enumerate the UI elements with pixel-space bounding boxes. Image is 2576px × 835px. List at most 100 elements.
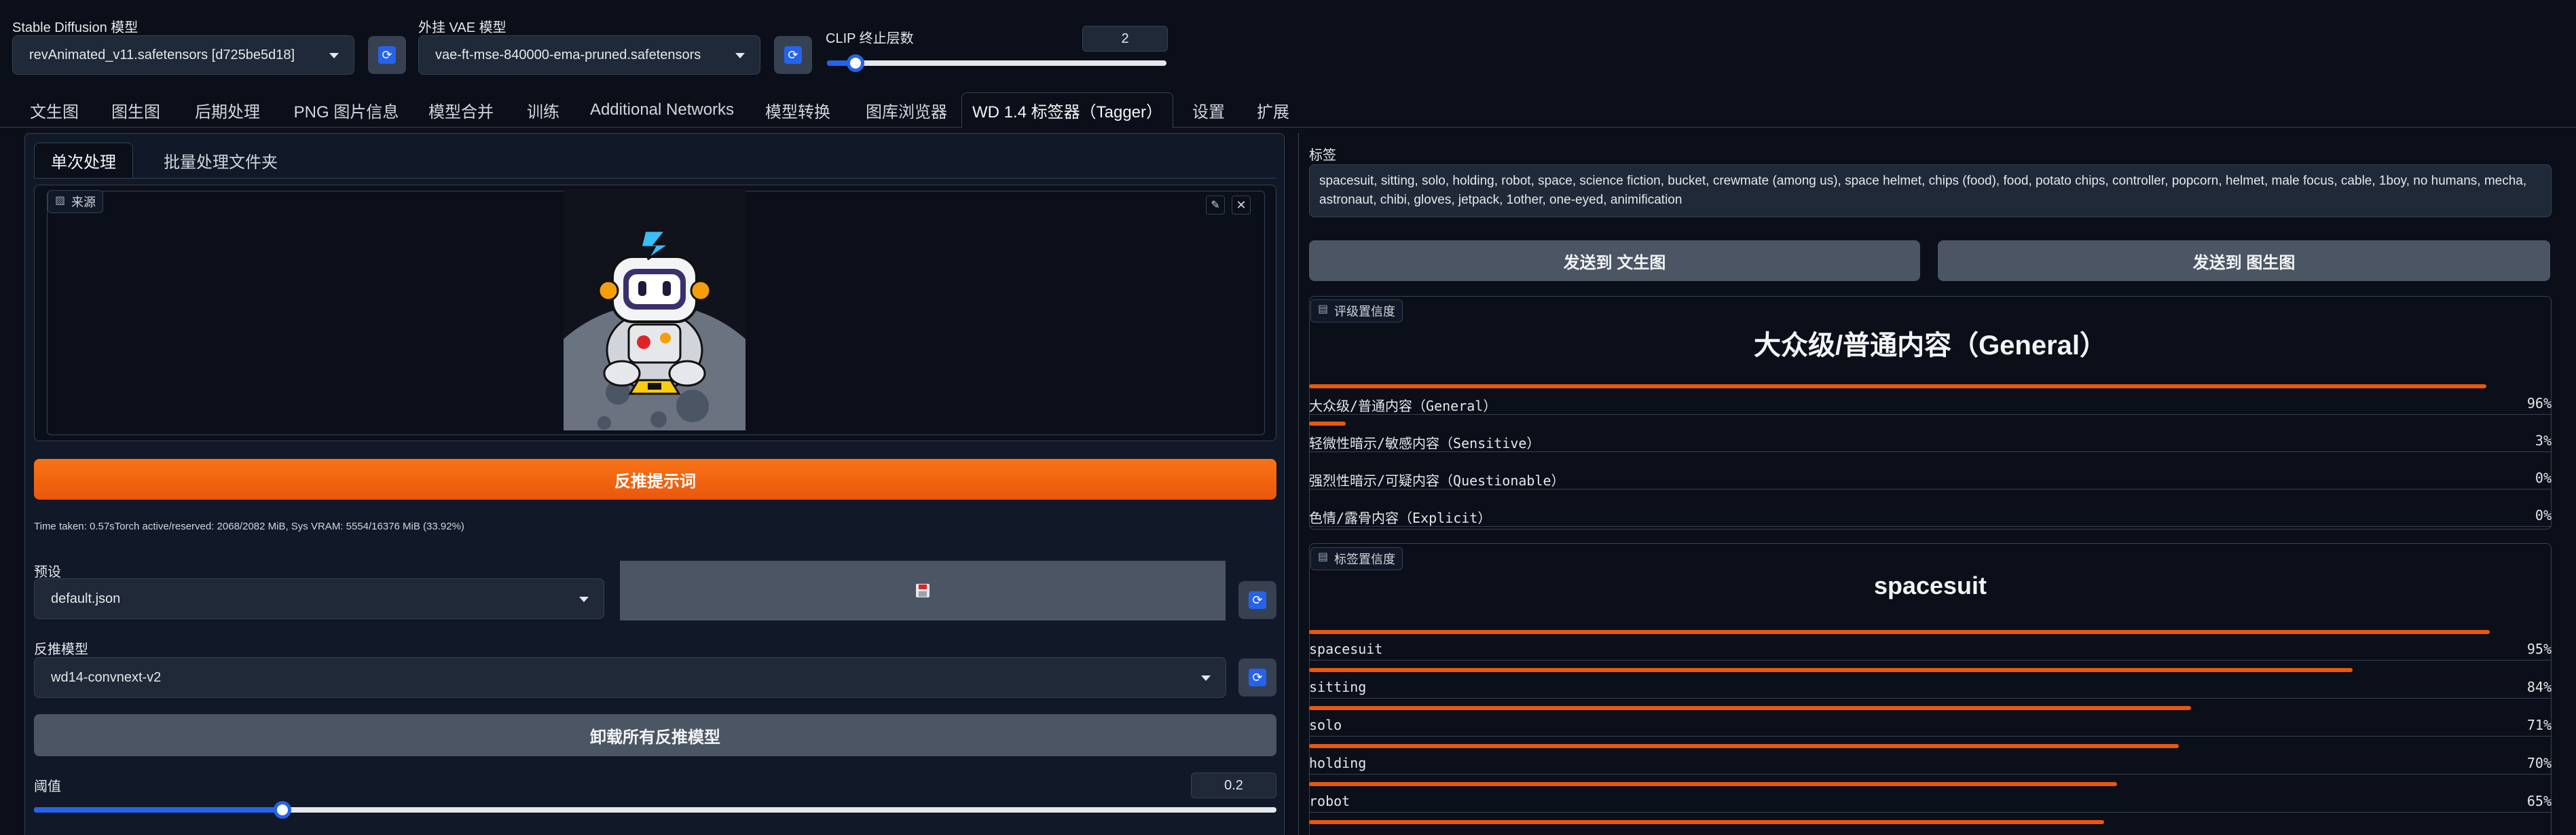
rating-divider bbox=[1309, 451, 2552, 452]
tag-bar bbox=[1309, 668, 2353, 672]
rating-badge: ▤ 评级置信度 bbox=[1310, 299, 1403, 322]
tag-row: holding 70% bbox=[1309, 744, 2552, 782]
rating-row: 强烈性暗示/可疑内容（Questionable） 0% bbox=[1309, 459, 2552, 497]
rating-badge-label: 评级置信度 bbox=[1334, 305, 1395, 318]
preset-value: default.json bbox=[51, 591, 121, 606]
vae-refresh-button[interactable]: ⟳ bbox=[774, 36, 812, 74]
tag-percent: 84% bbox=[2526, 679, 2552, 695]
tag-name: robot bbox=[1309, 793, 1350, 809]
chart-icon: ▤ bbox=[1318, 303, 1329, 315]
model-refresh-button[interactable]: ⟳ bbox=[1238, 658, 1276, 697]
sd-model-label: Stable Diffusion 模型 bbox=[12, 20, 139, 35]
interrogator-model-value: wd14-convnext-v2 bbox=[51, 669, 162, 685]
unload-models-button[interactable]: 卸载所有反推模型 bbox=[34, 714, 1276, 756]
tag-divider bbox=[1309, 812, 2552, 813]
interrogator-model-dropdown[interactable]: wd14-convnext-v2 bbox=[34, 657, 1226, 698]
image-icon: ▨ bbox=[55, 195, 66, 206]
tag-percent: 70% bbox=[2526, 755, 2552, 771]
chevron-down-icon bbox=[1201, 675, 1211, 681]
sd-model-refresh-button[interactable]: ⟳ bbox=[368, 36, 406, 74]
tab-model-converter[interactable]: 模型转换 bbox=[754, 92, 842, 128]
tab-png-info[interactable]: PNG 图片信息 bbox=[285, 92, 407, 128]
threshold-slider-handle[interactable] bbox=[274, 801, 291, 819]
threshold-slider[interactable] bbox=[34, 801, 1276, 819]
tag-confidence-badge: ▤ 标签置信度 bbox=[1310, 547, 1403, 570]
tab-image-browser[interactable]: 图库浏览器 bbox=[855, 92, 957, 128]
refresh-icon: ⟳ bbox=[1249, 591, 1266, 609]
tag-row: sitting 84% bbox=[1309, 668, 2552, 706]
sd-model-dropdown[interactable]: revAnimated_v11.safetensors [d725be5d18] bbox=[12, 35, 354, 75]
refresh-icon: ⟳ bbox=[784, 46, 802, 64]
rating-bar bbox=[1309, 422, 1346, 426]
tags-output[interactable]: spacesuit, sitting, solo, holding, robot… bbox=[1309, 164, 2552, 217]
chevron-down-icon bbox=[579, 597, 589, 602]
tab-txt2img[interactable]: 文生图 bbox=[20, 92, 88, 128]
tab-additional-networks[interactable]: Additional Networks bbox=[584, 92, 740, 128]
vae-label: 外挂 VAE 模型 bbox=[418, 20, 507, 35]
tab-train[interactable]: 训练 bbox=[516, 92, 570, 128]
tag-name: sitting bbox=[1309, 679, 1367, 695]
tab-tagger[interactable]: WD 1.4 标签器（Tagger） bbox=[961, 92, 1173, 128]
edit-icon[interactable]: ✎ bbox=[1206, 196, 1225, 215]
threshold-number-input[interactable]: 0.2 bbox=[1191, 773, 1276, 798]
chevron-down-icon bbox=[329, 53, 339, 58]
send-to-img2img-button[interactable]: 发送到 图生图 bbox=[1938, 240, 2550, 281]
tab-extensions[interactable]: 扩展 bbox=[1243, 92, 1304, 128]
tab-img2img[interactable]: 图生图 bbox=[102, 92, 170, 128]
close-icon[interactable]: ✕ bbox=[1232, 196, 1251, 215]
tag-divider bbox=[1309, 736, 2552, 737]
threshold-label: 阈值 bbox=[34, 779, 61, 794]
clip-slider-handle[interactable] bbox=[847, 54, 864, 72]
tag-row: solo 71% bbox=[1309, 706, 2552, 744]
rating-row: 色情/露骨内容（Explicit） 0% bbox=[1309, 496, 2552, 534]
tag-percent: 95% bbox=[2526, 641, 2552, 657]
subtab-single[interactable]: 单次处理 bbox=[34, 143, 133, 178]
rating-percent: 96% bbox=[2526, 395, 2552, 411]
clip-slider[interactable] bbox=[827, 54, 1166, 72]
tag-name: holding bbox=[1309, 755, 1367, 771]
chevron-down-icon bbox=[735, 53, 745, 58]
subtab-divider bbox=[34, 178, 1276, 179]
refresh-icon: ⟳ bbox=[1249, 669, 1266, 686]
clip-number-input[interactable]: 2 bbox=[1082, 26, 1168, 52]
rating-rows: 大众级/普通内容（General） 96% 轻微性暗示/敏感内容（Sensitive… bbox=[1309, 384, 2552, 534]
time-info-text: Time taken: 0.57sTorch active/reserved: … bbox=[34, 521, 464, 532]
rating-percent: 3% bbox=[2535, 432, 2552, 449]
tag-name: solo bbox=[1309, 717, 1342, 733]
rating-percent: 0% bbox=[2535, 507, 2552, 523]
refresh-icon: ⟳ bbox=[378, 46, 396, 64]
send-to-txt2img-button[interactable]: 发送到 文生图 bbox=[1309, 240, 1920, 281]
tag-divider bbox=[1309, 660, 2552, 661]
vae-dropdown[interactable]: vae-ft-mse-840000-ema-pruned.safetensors bbox=[418, 35, 760, 75]
tag-bar bbox=[1309, 744, 2179, 748]
subtab-batch-folder[interactable]: 批量处理文件夹 bbox=[143, 143, 299, 178]
rating-name: 色情/露骨内容（Explicit） bbox=[1309, 510, 1492, 526]
tag-name: spacesuit bbox=[1309, 641, 1383, 657]
tags-label: 标签 bbox=[1309, 148, 1336, 163]
tag-bar bbox=[1309, 630, 2490, 634]
save-icon bbox=[916, 584, 930, 597]
rating-divider bbox=[1309, 414, 2552, 415]
preset-dropdown[interactable]: default.json bbox=[34, 578, 604, 619]
tag-divider bbox=[1309, 774, 2552, 775]
interrogate-button[interactable]: 反推提示词 bbox=[34, 459, 1276, 500]
vae-value: vae-ft-mse-840000-ema-pruned.safetensors bbox=[435, 47, 701, 62]
tab-settings[interactable]: 设置 bbox=[1181, 92, 1236, 128]
tag-percent: 65% bbox=[2526, 793, 2552, 809]
tab-checkpoint-merger[interactable]: 模型合并 bbox=[417, 92, 505, 128]
chart-icon: ▤ bbox=[1318, 551, 1329, 563]
tag-rows: spacesuit 95% sitting 84% solo 71% holding 70% r… bbox=[1309, 630, 2552, 835]
preset-label: 预设 bbox=[34, 565, 61, 580]
rating-row: 轻微性暗示/敏感内容（Sensitive） 3% bbox=[1309, 422, 2552, 460]
rating-bar bbox=[1309, 384, 2486, 388]
rating-name: 大众级/普通内容（General） bbox=[1309, 398, 1497, 414]
source-badge: ▨ 来源 bbox=[48, 190, 103, 213]
tab-extras[interactable]: 后期处理 bbox=[183, 92, 272, 128]
interrogator-model-label: 反推模型 bbox=[34, 642, 88, 657]
rating-name: 强烈性暗示/可疑内容（Questionable） bbox=[1309, 472, 1565, 489]
tag-top-label: spacesuit bbox=[1873, 572, 1987, 599]
tag-row: spacesuit 95% bbox=[1309, 630, 2552, 668]
save-preset-button[interactable] bbox=[620, 561, 1226, 620]
preset-refresh-button[interactable]: ⟳ bbox=[1238, 581, 1276, 619]
rating-name: 轻微性暗示/敏感内容（Sensitive） bbox=[1309, 435, 1541, 451]
